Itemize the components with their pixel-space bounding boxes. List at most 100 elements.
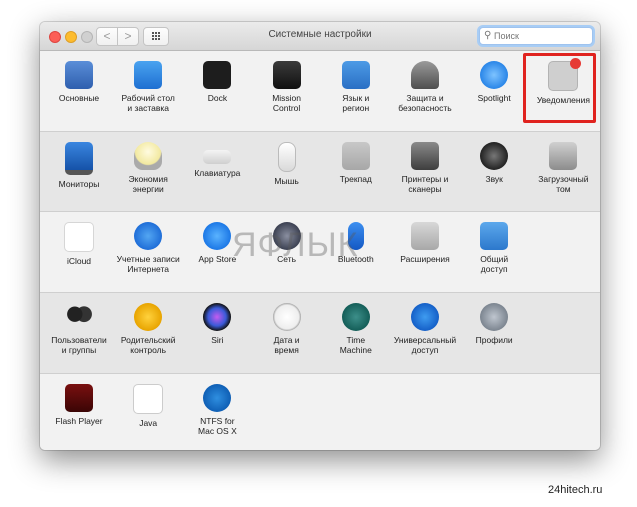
pref-pane-date-time[interactable]: Дата и время (250, 303, 324, 355)
sound-icon (480, 142, 509, 170)
extensions-icon (411, 222, 439, 250)
pref-pane-label: Защита и безопасность (398, 93, 452, 113)
pref-pane-label: Siri (211, 335, 224, 345)
pref-pane-accessibility[interactable]: Универсальный доступ (388, 303, 462, 355)
pref-pane-label: Flash Player (55, 416, 103, 426)
spotlight-icon (480, 61, 509, 89)
pref-pane-label: Принтеры и сканеры (401, 174, 449, 194)
pref-pane-sound[interactable]: Звук (457, 142, 531, 184)
pref-pane-label: Мышь (274, 176, 299, 186)
minimize-window-button[interactable] (65, 31, 77, 43)
dock-icon (203, 61, 232, 89)
pref-pane-trackpad[interactable]: Трекпад (319, 142, 393, 184)
pref-pane-dock[interactable]: Dock (180, 61, 254, 103)
displays-icon (65, 142, 93, 175)
forward-button[interactable]: > (117, 27, 139, 46)
energy-saver-icon (134, 142, 163, 170)
pref-pane-icloud[interactable]: iCloud (42, 222, 116, 266)
java-icon (133, 384, 164, 414)
pref-pane-energy-saver[interactable]: Экономия энергии (111, 142, 185, 194)
ntfs-icon (203, 384, 232, 412)
profiles-icon (480, 303, 509, 331)
pref-pane-label: Профили (475, 335, 513, 345)
pref-pane-label: Mission Control (272, 93, 301, 113)
pref-pane-printers[interactable]: Принтеры и сканеры (388, 142, 462, 194)
pref-pane-label: Рабочий стол и заставка (121, 93, 175, 113)
pref-pane-users-groups[interactable]: Пользователи и группы (42, 303, 116, 355)
search-field[interactable]: ⚲ (479, 27, 593, 45)
date-time-icon (272, 303, 301, 331)
siri-icon (203, 303, 232, 331)
language-region-icon (341, 61, 370, 89)
app-store-icon (203, 222, 232, 250)
pref-pane-flash-player[interactable]: Flash Player (42, 384, 116, 426)
site-label: 24hitech.ru (548, 484, 603, 496)
time-machine-icon (341, 303, 370, 331)
mission-control-icon (272, 61, 301, 89)
search-icon: ⚲ (484, 30, 492, 41)
pref-pane-label: Звук (485, 174, 503, 184)
pref-pane-displays[interactable]: Мониторы (42, 142, 116, 189)
window-title: Системные настройки (268, 29, 372, 40)
pref-pane-keyboard[interactable]: Клавиатура (180, 142, 254, 178)
pref-pane-label: Пользователи и группы (51, 335, 107, 355)
pref-pane-time-machine[interactable]: Time Machine (319, 303, 393, 355)
pref-pane-label: Родительский контроль (120, 335, 176, 355)
pref-pane-label: Java (139, 418, 158, 428)
pref-pane-label: iCloud (66, 256, 92, 266)
general-icon (65, 61, 93, 89)
pref-pane-mission-control[interactable]: Mission Control (250, 61, 324, 113)
pref-pane-mouse[interactable]: Мышь (250, 142, 324, 186)
sharing-icon (480, 222, 509, 250)
pref-pane-label: Загрузочный том (538, 174, 589, 194)
pref-pane-label: Основные (58, 93, 100, 103)
pref-pane-general[interactable]: Основные (42, 61, 116, 103)
close-window-button[interactable] (49, 31, 61, 43)
pref-pane-spotlight[interactable]: Spotlight (457, 61, 531, 103)
mouse-icon (277, 142, 296, 172)
trackpad-icon (341, 142, 370, 170)
pref-pane-startup-disk[interactable]: Загрузочный том (526, 142, 600, 194)
desktop-screensaver-icon (134, 61, 163, 89)
pref-pane-profiles[interactable]: Профили (457, 303, 531, 345)
pref-pane-ntfs[interactable]: NTFS for Mac OS X (180, 384, 254, 436)
notifications-highlight-frame (523, 53, 596, 123)
pref-pane-java[interactable]: Java (111, 384, 185, 428)
title-bar: < > Системные настройки ⚲ (40, 22, 600, 51)
pref-pane-label: NTFS for Mac OS X (198, 416, 237, 436)
pref-pane-label: Универсальный доступ (393, 335, 457, 355)
internet-accounts-icon (134, 222, 163, 250)
parental-controls-icon (134, 303, 163, 331)
keyboard-icon (203, 150, 232, 164)
pref-pane-label: Дата и время (273, 335, 300, 355)
pref-pane-extensions[interactable]: Расширения (388, 222, 462, 264)
pref-pane-label: Язык и регион (342, 93, 370, 113)
accessibility-icon (411, 303, 439, 331)
startup-disk-icon (549, 142, 578, 170)
pref-pane-security[interactable]: Защита и безопасность (388, 61, 462, 113)
back-button[interactable]: < (96, 27, 118, 46)
pref-pane-internet-accounts[interactable]: Учетные записи Интернета (111, 222, 185, 274)
pref-pane-parental-controls[interactable]: Родительский контроль (111, 303, 185, 355)
pref-pane-label: Dock (207, 93, 228, 103)
pref-pane-siri[interactable]: Siri (180, 303, 254, 345)
pref-pane-sharing[interactable]: Общий доступ (457, 222, 531, 274)
pref-pane-label: Учетные записи Интернета (116, 254, 180, 274)
pref-pane-label: Клавиатура (194, 168, 241, 178)
pref-pane-label: Общий доступ (480, 254, 509, 274)
pref-pane-desktop-screensaver[interactable]: Рабочий стол и заставка (111, 61, 185, 113)
watermark: ЯФЛЫК (232, 226, 359, 264)
search-input[interactable] (494, 29, 588, 42)
flash-player-icon (65, 384, 93, 412)
pref-pane-label: Экономия энергии (128, 174, 168, 194)
pref-pane-label: Расширения (400, 254, 450, 264)
pref-pane-label: Трекпад (339, 174, 372, 184)
security-icon (411, 61, 439, 89)
users-groups-icon (65, 303, 93, 331)
zoom-window-button[interactable] (81, 31, 93, 43)
printers-icon (411, 142, 439, 170)
pref-pane-language-region[interactable]: Язык и регион (319, 61, 393, 113)
pref-pane-label: Spotlight (477, 93, 511, 103)
show-all-button[interactable] (143, 27, 169, 46)
pref-pane-label: Мониторы (58, 179, 100, 189)
